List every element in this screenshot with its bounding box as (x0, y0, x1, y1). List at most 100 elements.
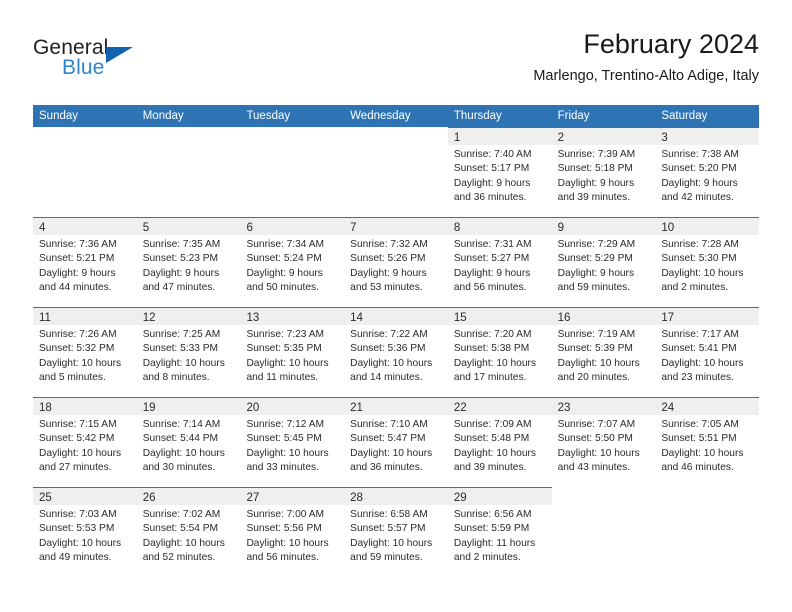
sunset-text: Sunset: 5:29 PM (557, 253, 633, 265)
day-number-band: 5 (136, 218, 241, 235)
day-number: 19 (142, 402, 156, 414)
sunrise-text: Sunrise: 7:22 AM (350, 329, 428, 340)
general-blue-logo[interactable]: General Blue (33, 36, 233, 88)
calendar-day-cell[interactable]: 29 Sunrise: 6:56 AM Sunset: 5:59 PM Dayligh… (447, 487, 552, 577)
daylight-text: and 17 minutes. (453, 372, 527, 384)
day-details: Sunrise: 7:25 AM Sunset: 5:33 PM Daylight:… (137, 325, 241, 386)
calendar-day-cell[interactable]: 9 Sunrise: 7:29 AM Sunset: 5:29 PM Daylight… (551, 217, 656, 307)
daylight-text: and 49 minutes. (39, 552, 112, 564)
day-number-band: 22 (447, 398, 552, 415)
daylight-text: Daylight: 9 hours (350, 267, 427, 279)
daylight-text: Daylight: 9 hours (246, 267, 323, 279)
day-number-band: 9 (551, 218, 656, 235)
calendar-day-cell[interactable]: 6 Sunrise: 7:34 AM Sunset: 5:24 PM Daylight… (240, 217, 345, 307)
day-details: Sunrise: 7:26 AM Sunset: 5:32 PM Daylight:… (33, 325, 137, 386)
daylight-text: and 30 minutes. (142, 462, 216, 474)
daylight-text: and 8 minutes. (142, 372, 210, 384)
calendar-day-cell[interactable]: 19 Sunrise: 7:14 AM Sunset: 5:44 PM Dayligh… (136, 397, 241, 487)
daylight-text: and 47 minutes. (142, 282, 216, 294)
sunset-text: Sunset: 5:57 PM (350, 523, 426, 535)
daylight-text: and 46 minutes. (661, 462, 734, 474)
sunrise-text: Sunrise: 7:25 AM (142, 329, 221, 340)
daylight-text: Daylight: 10 hours (350, 537, 433, 549)
day-number: 28 (350, 492, 363, 504)
daylight-text: Daylight: 10 hours (142, 447, 225, 459)
day-number-band: 29 (447, 488, 552, 505)
calendar-day-cell[interactable]: 28 Sunrise: 6:58 AM Sunset: 5:57 PM Dayligh… (344, 487, 448, 577)
calendar-empty-cell (551, 487, 656, 577)
calendar-day-cell[interactable]: 15 Sunrise: 7:20 AM Sunset: 5:38 PM Dayligh… (447, 307, 552, 397)
sunrise-text: Sunrise: 7:28 AM (661, 239, 739, 250)
weekday-header-thursday: Thursday (453, 110, 502, 122)
calendar-day-cell[interactable]: 3 Sunrise: 7:38 AM Sunset: 5:20 PM Daylight… (655, 127, 760, 217)
sunrise-text: Sunrise: 7:19 AM (557, 329, 636, 340)
sunset-text: Sunset: 5:54 PM (142, 523, 219, 535)
day-number: 29 (453, 492, 467, 504)
calendar-day-cell[interactable]: 14 Sunrise: 7:22 AM Sunset: 5:36 PM Dayligh… (344, 307, 448, 397)
sunset-text: Sunset: 5:53 PM (39, 523, 115, 535)
calendar-day-cell[interactable]: 24 Sunrise: 7:05 AM Sunset: 5:51 PM Dayligh… (655, 397, 760, 487)
day-details: Sunrise: 7:10 AM Sunset: 5:47 PM Daylight:… (344, 415, 448, 476)
daylight-text: and 23 minutes. (661, 372, 734, 384)
sunrise-text: Sunrise: 7:36 AM (39, 239, 117, 250)
daylight-text: Daylight: 9 hours (39, 267, 116, 279)
calendar-day-cell[interactable]: 23 Sunrise: 7:07 AM Sunset: 5:50 PM Dayligh… (551, 397, 656, 487)
calendar-day-cell[interactable]: 25 Sunrise: 7:03 AM Sunset: 5:53 PM Dayligh… (33, 487, 137, 577)
page-subtitle: Marlengo, Trentino-Alto Adige, Italy (533, 68, 759, 84)
sunset-text: Sunset: 5:27 PM (453, 253, 530, 265)
day-number-band: 4 (33, 218, 137, 235)
sunset-text: Sunset: 5:42 PM (39, 433, 115, 445)
calendar-day-cell[interactable]: 8 Sunrise: 7:31 AM Sunset: 5:27 PM Daylight… (447, 217, 552, 307)
day-number: 9 (557, 222, 564, 234)
sunset-text: Sunset: 5:24 PM (246, 253, 322, 265)
calendar-empty-cell (344, 127, 448, 217)
daylight-text: Daylight: 10 hours (350, 447, 433, 459)
day-number-band: 11 (33, 308, 137, 325)
calendar-day-cell[interactable]: 10 Sunrise: 7:28 AM Sunset: 5:30 PM Dayligh… (655, 217, 760, 307)
calendar-empty-cell (655, 487, 760, 577)
day-number-band: 19 (136, 398, 241, 415)
day-number-band: 13 (240, 308, 345, 325)
daylight-text: Daylight: 9 hours (557, 267, 635, 279)
day-number-band: 26 (136, 488, 241, 505)
sunset-text: Sunset: 5:45 PM (246, 433, 322, 445)
daylight-text: Daylight: 10 hours (661, 267, 744, 279)
day-number: 8 (453, 222, 461, 234)
daylight-text: and 36 minutes. (350, 462, 423, 474)
calendar-day-cell[interactable]: 17 Sunrise: 7:17 AM Sunset: 5:41 PM Dayligh… (655, 307, 760, 397)
calendar-day-cell[interactable]: 27 Sunrise: 7:00 AM Sunset: 5:56 PM Dayligh… (240, 487, 345, 577)
calendar-day-cell[interactable]: 7 Sunrise: 7:32 AM Sunset: 5:26 PM Daylight… (344, 217, 448, 307)
day-details: Sunrise: 7:39 AM Sunset: 5:18 PM Daylight:… (552, 145, 656, 206)
sunrise-text: Sunrise: 7:38 AM (661, 149, 739, 160)
daylight-text: Daylight: 9 hours (142, 267, 220, 279)
day-details: Sunrise: 7:22 AM Sunset: 5:36 PM Daylight:… (344, 325, 448, 386)
calendar-day-cell[interactable]: 16 Sunrise: 7:19 AM Sunset: 5:39 PM Dayligh… (551, 307, 656, 397)
calendar-week-row: 18 Sunrise: 7:15 AM Sunset: 5:42 PM Dayligh… (33, 397, 760, 487)
sunrise-text: Sunrise: 7:32 AM (350, 239, 428, 250)
calendar-day-cell[interactable]: 12 Sunrise: 7:25 AM Sunset: 5:33 PM Dayligh… (136, 307, 241, 397)
calendar-day-cell[interactable]: 11 Sunrise: 7:26 AM Sunset: 5:32 PM Dayligh… (33, 307, 137, 397)
calendar-day-cell[interactable]: 26 Sunrise: 7:02 AM Sunset: 5:54 PM Dayligh… (136, 487, 241, 577)
sunset-text: Sunset: 5:47 PM (350, 433, 426, 445)
day-number: 20 (246, 402, 260, 414)
calendar-day-cell[interactable]: 13 Sunrise: 7:23 AM Sunset: 5:35 PM Dayligh… (240, 307, 345, 397)
sunrise-text: Sunrise: 7:14 AM (142, 419, 221, 430)
daylight-text: and 52 minutes. (142, 552, 216, 564)
calendar-day-cell[interactable]: 4 Sunrise: 7:36 AM Sunset: 5:21 PM Daylight… (33, 217, 137, 307)
sunrise-text: Sunrise: 7:29 AM (557, 239, 636, 250)
day-details: Sunrise: 6:56 AM Sunset: 5:59 PM Daylight:… (448, 505, 552, 566)
calendar-day-cell[interactable]: 20 Sunrise: 7:12 AM Sunset: 5:45 PM Dayligh… (240, 397, 345, 487)
calendar-day-cell[interactable]: 2 Sunrise: 7:39 AM Sunset: 5:18 PM Daylight… (551, 127, 656, 217)
sunrise-text: Sunrise: 7:10 AM (350, 419, 428, 430)
sunrise-text: Sunrise: 7:03 AM (39, 509, 117, 520)
calendar-day-cell[interactable]: 1 Sunrise: 7:40 AM Sunset: 5:17 PM Daylight… (447, 127, 552, 217)
calendar-day-cell[interactable]: 5 Sunrise: 7:35 AM Sunset: 5:23 PM Daylight… (136, 217, 241, 307)
sunrise-text: Sunrise: 7:23 AM (246, 329, 325, 340)
calendar-day-cell[interactable]: 18 Sunrise: 7:15 AM Sunset: 5:42 PM Dayligh… (33, 397, 137, 487)
calendar-day-cell[interactable]: 22 Sunrise: 7:09 AM Sunset: 5:48 PM Dayligh… (447, 397, 552, 487)
day-number: 12 (142, 312, 156, 324)
day-details: Sunrise: 7:12 AM Sunset: 5:45 PM Daylight:… (240, 415, 344, 476)
day-number-band: 1 (447, 128, 552, 145)
calendar-day-cell[interactable]: 21 Sunrise: 7:10 AM Sunset: 5:47 PM Dayligh… (344, 397, 448, 487)
day-details: Sunrise: 7:31 AM Sunset: 5:27 PM Daylight:… (448, 235, 552, 296)
